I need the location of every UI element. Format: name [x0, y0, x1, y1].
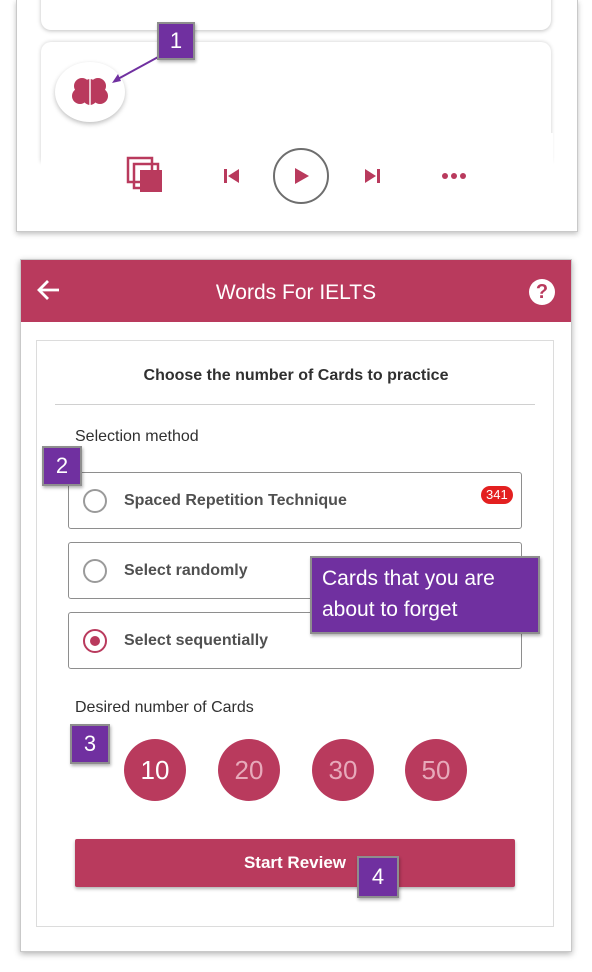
annotation-3: 3	[70, 724, 110, 764]
count-50-button[interactable]: 50	[405, 739, 467, 801]
selection-method-label: Selection method	[75, 428, 199, 445]
option-label: Select sequentially	[124, 632, 269, 649]
annotation-callout: Cards that you are about to forget	[310, 556, 540, 634]
annotation-2: 2	[42, 446, 82, 486]
option-label: Select randomly	[124, 562, 248, 579]
radio-sequential[interactable]	[83, 629, 107, 653]
dialog-title: Choose the number of Cards to practice	[143, 367, 449, 384]
app-bar: Words For IELTS ?	[21, 260, 571, 322]
option-spaced-repetition[interactable]: Spaced Repetition Technique 341	[68, 472, 522, 529]
app-title: Words For IELTS	[215, 281, 377, 304]
count-10-button[interactable]: 10	[124, 739, 186, 801]
start-review-button[interactable]: Start Review	[75, 839, 515, 887]
desired-count-label: Desired number of Cards	[75, 699, 254, 716]
due-count-badge: 341	[481, 486, 513, 504]
count-20-button[interactable]: 20	[218, 739, 280, 801]
annotation-1: 1	[157, 22, 195, 60]
count-30-button[interactable]: 30	[312, 739, 374, 801]
help-icon[interactable]: ?	[529, 279, 555, 305]
radio-random[interactable]	[83, 559, 107, 583]
radio-spaced-repetition[interactable]	[83, 489, 107, 513]
back-arrow-icon[interactable]	[35, 276, 63, 304]
annotation-4: 4	[357, 856, 399, 898]
divider	[55, 404, 535, 405]
option-label: Spaced Repetition Technique	[124, 492, 347, 509]
